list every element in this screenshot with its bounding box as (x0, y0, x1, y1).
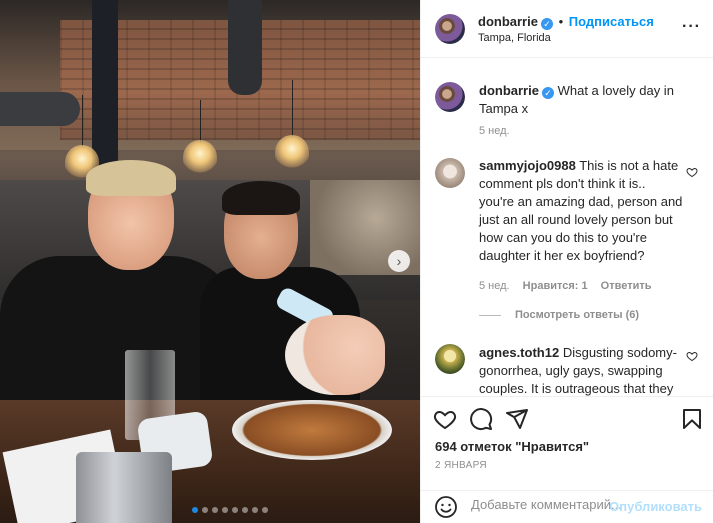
ceiling-pipe (0, 92, 80, 126)
comment-icon[interactable] (469, 407, 493, 431)
comment-item: agnes.toth12 Disgusting sodomy-gonorrhea… (479, 344, 684, 396)
comment-heart-icon[interactable] (686, 166, 698, 178)
verified-badge-icon: ✓ (541, 87, 554, 99)
verified-badge-icon: ✓ (540, 18, 553, 30)
comment-likes[interactable]: Нравится: 1 (523, 280, 588, 292)
air-duct (228, 0, 262, 95)
lamp-wire (292, 80, 293, 140)
add-comment-bar: Опубликовать (421, 490, 713, 523)
chevron-right-icon[interactable]: › (388, 250, 410, 272)
caption-username[interactable]: donbarrie (479, 83, 539, 98)
caption-author-avatar[interactable] (435, 82, 465, 112)
view-replies-button[interactable]: Посмотреть ответы (6) (479, 309, 639, 321)
post-location[interactable]: Tampa, Florida (478, 32, 551, 44)
carousel-dot (242, 507, 248, 513)
follow-button[interactable]: Подписаться (569, 14, 654, 29)
separator-dot: • (558, 14, 564, 29)
comment-time[interactable]: 5 нед. (479, 280, 510, 292)
comment-username[interactable]: sammyjojo0988 (479, 158, 576, 173)
comment-username[interactable]: agnes.toth12 (479, 345, 559, 360)
post-header: donbarrie ✓ • Подписаться Tampa, Florida … (421, 0, 713, 58)
author-avatar[interactable] (435, 14, 465, 44)
carousel-dot (192, 507, 198, 513)
view-replies-label: Посмотреть ответы (6) (515, 309, 640, 321)
comment-item: sammyjojo0988 This is not a hate comment… (479, 157, 684, 265)
paper-plane-icon[interactable] (505, 407, 529, 431)
metal-bucket (76, 452, 172, 523)
lamp-wire (200, 100, 201, 145)
heart-icon[interactable] (433, 407, 457, 431)
commenter-avatar[interactable] (435, 344, 465, 374)
comments-list[interactable]: donbarrie ✓ What a lovely day in Tampa x … (421, 58, 713, 396)
carousel-dot (202, 507, 208, 513)
carousel-dot (212, 507, 218, 513)
comment-text: This is not a hate comment pls don't thi… (479, 158, 683, 263)
author-username[interactable]: donbarrie (478, 14, 538, 29)
post-actions: 694 отметок "Нравится" 2 ЯНВАРЯ (421, 396, 713, 490)
commenter-avatar[interactable] (435, 158, 465, 188)
carousel-dot (252, 507, 258, 513)
comment-input[interactable] (471, 497, 621, 512)
post-date[interactable]: 2 ЯНВАРЯ (435, 460, 487, 471)
baby (285, 315, 385, 395)
food-plate (232, 400, 392, 460)
carousel-dot (222, 507, 228, 513)
post-sidebar: donbarrie ✓ • Подписаться Tampa, Florida … (420, 0, 713, 523)
lamp-wire (82, 95, 83, 150)
reply-button[interactable]: Ответить (601, 280, 652, 292)
emoji-icon[interactable] (434, 495, 458, 519)
pendant-lamp (275, 135, 309, 169)
carousel-indicator (192, 507, 268, 513)
carousel-dot (262, 507, 268, 513)
comment-heart-icon[interactable] (686, 350, 698, 362)
comment-meta: 5 нед. Нравится: 1 Ответить (479, 280, 652, 292)
post-photo[interactable]: › (0, 0, 420, 523)
more-options-icon[interactable]: ··· (682, 18, 701, 36)
caption-time[interactable]: 5 нед. (479, 125, 510, 137)
carousel-dot (232, 507, 238, 513)
publish-button[interactable]: Опубликовать (609, 499, 702, 514)
replies-divider (479, 314, 501, 316)
likes-count[interactable]: 694 отметок "Нравится" (435, 439, 589, 454)
caption: donbarrie ✓ What a lovely day in Tampa x (479, 82, 689, 118)
bookmark-icon[interactable] (680, 407, 704, 431)
